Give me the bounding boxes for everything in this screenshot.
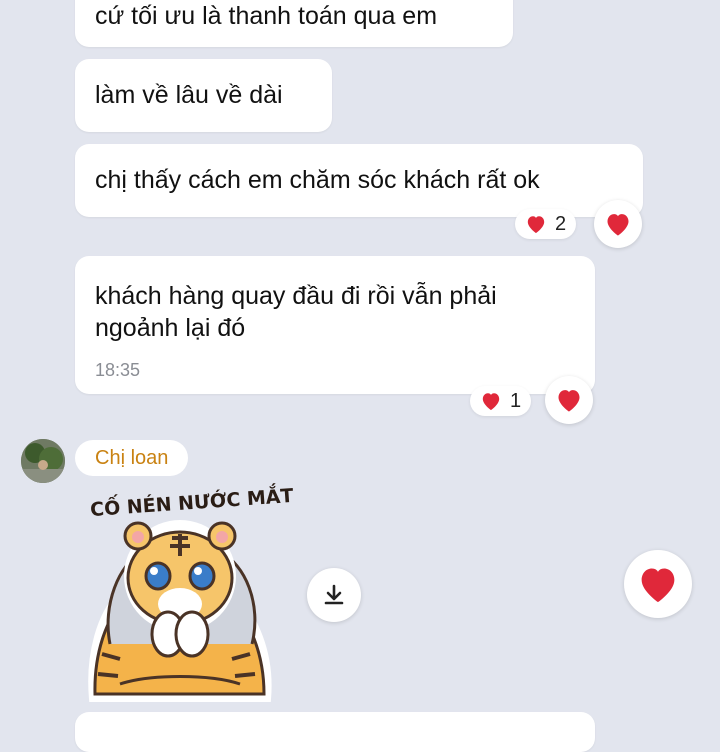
avatar-image — [21, 439, 65, 483]
heart-icon — [558, 390, 580, 412]
heart-icon — [641, 568, 675, 603]
sender-name[interactable]: Chị loan — [75, 440, 189, 476]
heart-icon — [607, 214, 629, 236]
reaction-count: 1 — [510, 389, 522, 412]
message-bubble[interactable]: khách hàng quay đầu đi rồi vẫn phải ngoả… — [75, 256, 595, 394]
message-bubble[interactable] — [75, 712, 595, 752]
message-bubble[interactable]: chị thấy cách em chăm sóc khách rất ok — [75, 144, 643, 217]
download-button[interactable] — [307, 568, 361, 622]
avatar[interactable] — [21, 439, 65, 483]
react-button[interactable] — [545, 376, 593, 424]
message-bubble[interactable]: làm về lâu về dài — [75, 59, 332, 132]
tiger-sticker[interactable] — [80, 494, 280, 704]
download-icon — [324, 584, 344, 605]
react-button[interactable] — [594, 200, 642, 248]
heart-icon — [482, 393, 500, 411]
reaction-summary[interactable]: 1 — [470, 386, 532, 416]
message-text: chị thấy cách em chăm sóc khách rất ok — [95, 166, 540, 194]
message-timestamp: 18:35 — [95, 360, 141, 380]
message-text-line2: ngoảnh lại đó — [95, 314, 246, 342]
message-text: làm về lâu về dài — [95, 81, 283, 109]
react-button[interactable] — [624, 550, 692, 618]
message-bubble[interactable]: cứ tối ưu là thanh toán qua em — [75, 0, 513, 47]
reaction-count: 2 — [555, 212, 567, 235]
message-text-line1: khách hàng quay đầu đi rồi vẫn phải — [95, 282, 497, 310]
message-text: cứ tối ưu là thanh toán qua em — [95, 2, 438, 30]
reaction-summary[interactable]: 2 — [515, 209, 577, 239]
heart-icon — [527, 216, 545, 234]
